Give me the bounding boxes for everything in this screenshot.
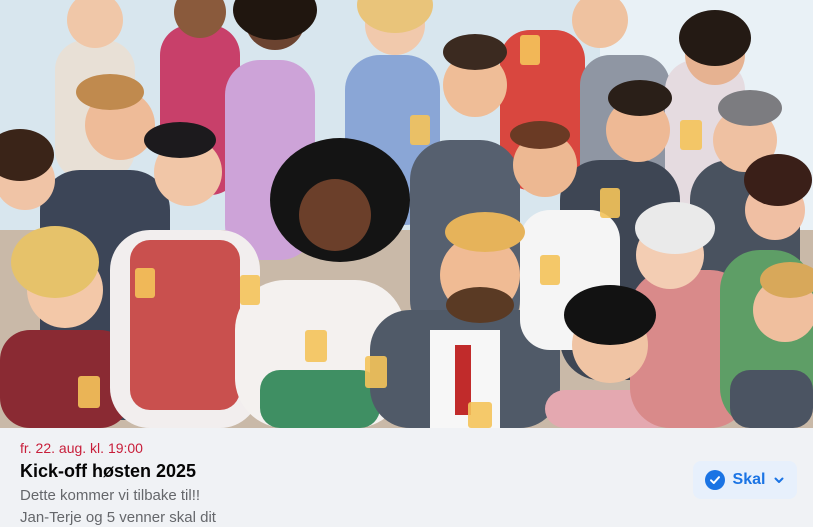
check-circle-icon: [704, 470, 725, 490]
event-date: fr. 22. aug. kl. 19:00: [20, 440, 143, 456]
rsvp-label: Skal: [732, 471, 766, 488]
event-title[interactable]: Kick-off høsten 2025: [20, 461, 196, 482]
chevron-down-icon: [773, 474, 785, 486]
rsvp-going-button[interactable]: Skal: [693, 461, 797, 499]
event-cover-image[interactable]: [0, 0, 813, 428]
event-card[interactable]: fr. 22. aug. kl. 19:00 Kick-off høsten 2…: [0, 0, 813, 527]
event-description: Dette kommer vi tilbake til!!: [20, 487, 201, 504]
event-info-panel: fr. 22. aug. kl. 19:00 Kick-off høsten 2…: [0, 428, 813, 527]
friends-going-text[interactable]: Jan-Terje og 5 venner skal dit: [20, 509, 216, 526]
party-illustration: [0, 0, 813, 428]
